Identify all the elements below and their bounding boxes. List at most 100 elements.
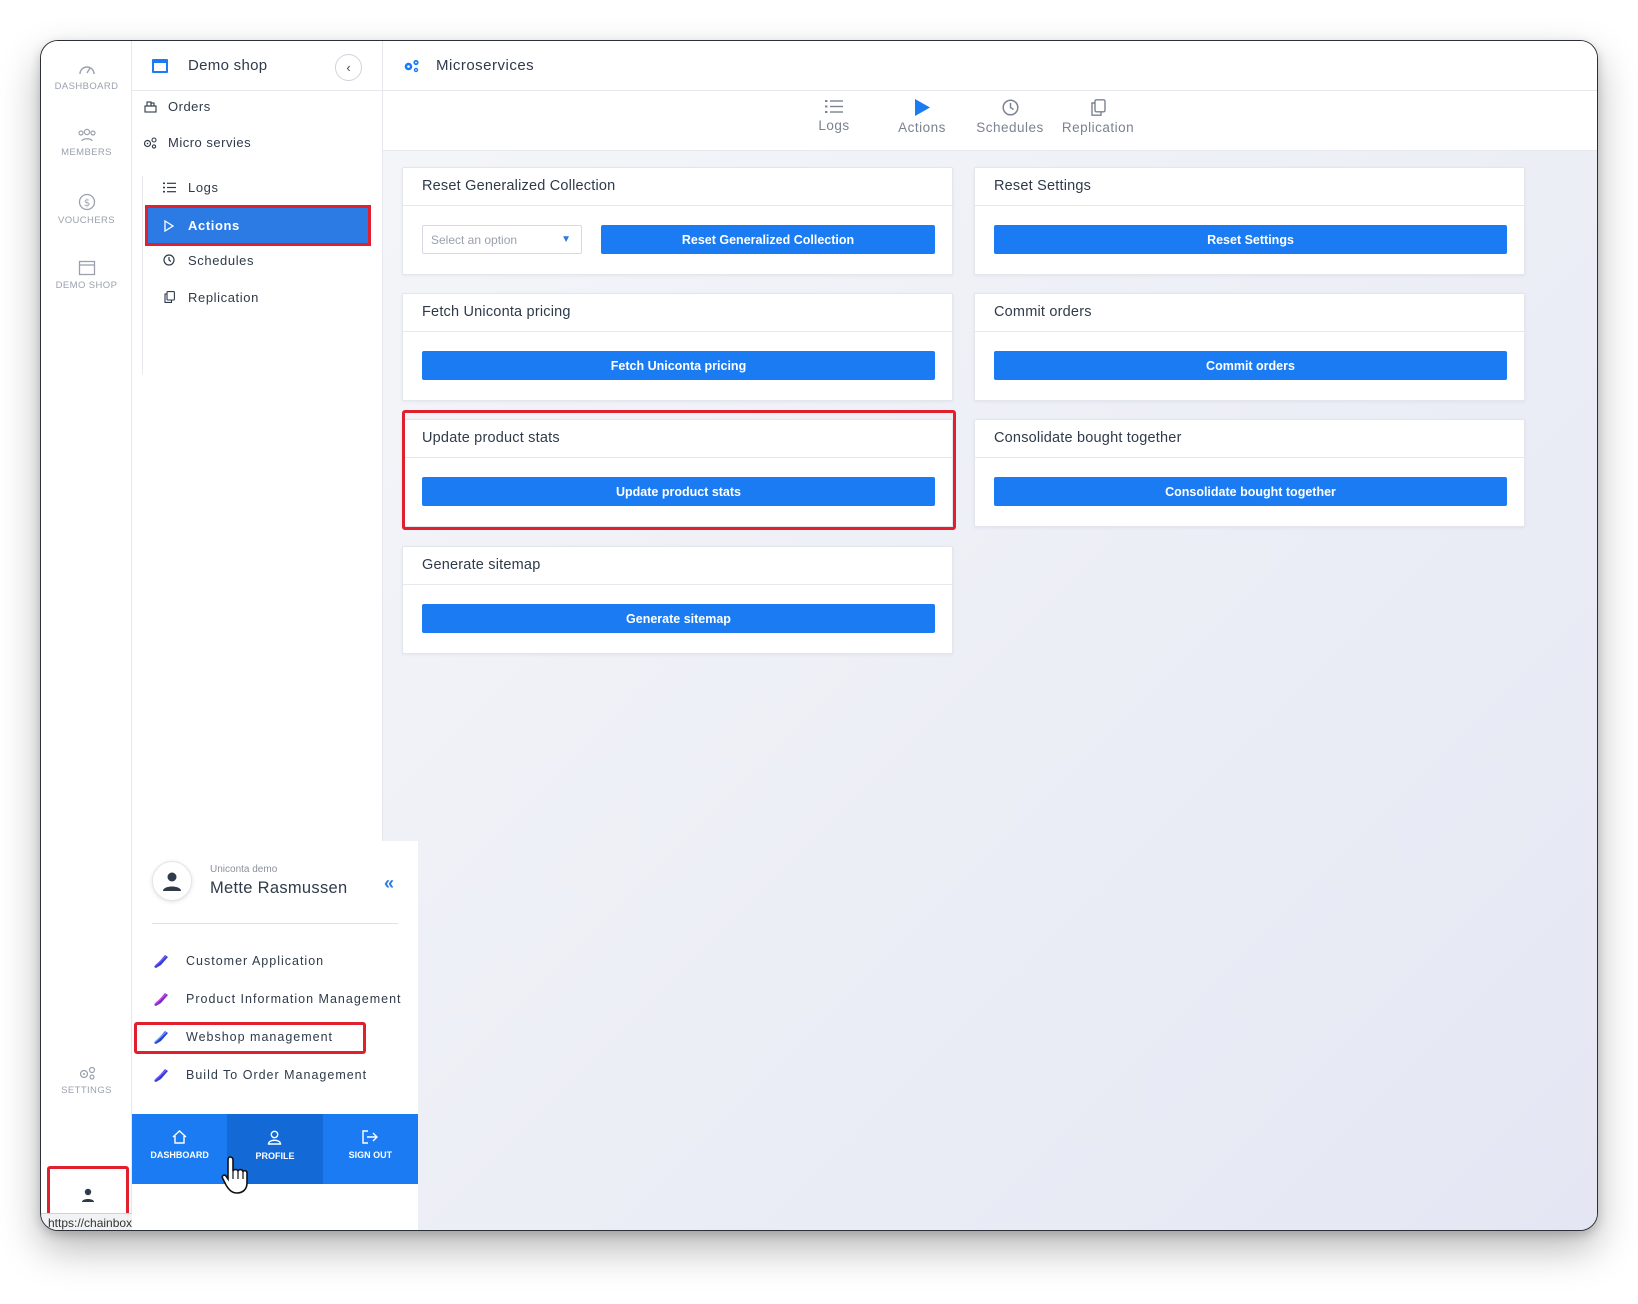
- highlight-box: [134, 1022, 366, 1054]
- footer-label: PROFILE: [255, 1151, 295, 1161]
- subnav-item-actions[interactable]: Actions: [145, 205, 371, 246]
- card-reset-generalized-collection: Reset Generalized Collection Select an o…: [402, 167, 953, 275]
- home-icon: [172, 1130, 187, 1144]
- subnav-line: [142, 176, 143, 374]
- card-body: Reset Settings: [975, 206, 1524, 274]
- reset-settings-button[interactable]: Reset Settings: [994, 225, 1507, 254]
- rail-label: SETTINGS: [61, 1085, 112, 1096]
- card-title: Reset Generalized Collection: [403, 168, 952, 206]
- user-popup-menu: Uniconta demo Mette Rasmussen « Customer…: [132, 841, 418, 1230]
- footer-dashboard-button[interactable]: DASHBOARD: [132, 1114, 227, 1184]
- subnav-item-schedules[interactable]: Schedules: [149, 241, 379, 279]
- page-title: Microservices: [436, 57, 535, 74]
- app-window: DASHBOARD MEMBERS $ VOUCHERS DEMO SHOP S…: [40, 40, 1598, 1231]
- tab-logs[interactable]: Logs: [789, 99, 879, 133]
- tab-label: Replication: [1061, 120, 1135, 135]
- fetch-uniconta-pricing-button[interactable]: Fetch Uniconta pricing: [422, 351, 935, 380]
- orders-icon: [142, 100, 158, 113]
- gauge-icon: [78, 66, 95, 75]
- tab-label: Actions: [898, 120, 946, 135]
- settings-cogs-icon: [79, 1066, 95, 1080]
- sidebar-item-label: Micro servies: [168, 135, 252, 150]
- user-name: Mette Rasmussen: [210, 879, 348, 897]
- app-brush-icon: [154, 955, 168, 968]
- double-chevron-left-icon[interactable]: «: [384, 873, 394, 894]
- subnav-label: Schedules: [188, 252, 255, 268]
- rail-item-settings[interactable]: SETTINGS: [41, 1065, 132, 1096]
- subnav-label: Replication: [188, 289, 259, 305]
- user-icon: [268, 1130, 282, 1145]
- card-generate-sitemap: Generate sitemap Generate sitemap: [402, 546, 953, 654]
- subnav-label: Actions: [188, 218, 240, 233]
- rail-label: DEMO SHOP: [55, 280, 118, 291]
- rail-item-vouchers[interactable]: $ VOUCHERS: [41, 193, 132, 226]
- reset-generalized-collection-button[interactable]: Reset Generalized Collection: [601, 225, 935, 254]
- card-title: Commit orders: [975, 294, 1524, 332]
- sidebar-header: Demo shop ‹: [132, 41, 382, 91]
- card-consolidate-bought-together: Consolidate bought together Consolidate …: [974, 419, 1525, 527]
- subnav-item-replication[interactable]: Replication: [149, 278, 379, 316]
- select-placeholder: Select an option: [431, 233, 518, 247]
- app-link-customer-application[interactable]: Customer Application: [152, 953, 324, 969]
- window-icon: [78, 260, 95, 276]
- play-icon: [915, 99, 930, 116]
- tab-actions[interactable]: Actions: [877, 99, 967, 135]
- app-link-label: Customer Application: [186, 954, 325, 968]
- cogs-icon: [404, 59, 419, 72]
- card-fetch-uniconta-pricing: Fetch Uniconta pricing Fetch Uniconta pr…: [402, 293, 953, 401]
- consolidate-bought-together-button[interactable]: Consolidate bought together: [994, 477, 1507, 506]
- sidebar-item-label: Orders: [168, 99, 211, 114]
- main-content: Microservices Logs Actions Schedules Rep…: [383, 41, 1597, 1230]
- clock-icon: [1001, 99, 1019, 116]
- collapse-sidebar-button[interactable]: ‹: [335, 54, 362, 81]
- sidebar-item-orders[interactable]: Orders: [142, 99, 211, 114]
- footer-label: DASHBOARD: [150, 1150, 209, 1160]
- card-commit-orders: Commit orders Commit orders: [974, 293, 1525, 401]
- tabs-bar: Logs Actions Schedules Replication: [383, 91, 1597, 151]
- svg-text:$: $: [83, 198, 89, 209]
- card-body: Fetch Uniconta pricing: [403, 332, 952, 400]
- card-title: Fetch Uniconta pricing: [403, 294, 952, 332]
- tab-label: Schedules: [976, 120, 1044, 135]
- card-body: Generate sitemap: [403, 585, 952, 653]
- popup-footer: DASHBOARD PROFILE SIGN OUT: [132, 1114, 418, 1184]
- sidebar-title: Demo shop: [188, 57, 268, 74]
- rail-label: VOUCHERS: [57, 215, 116, 226]
- card-body: Commit orders: [975, 332, 1524, 400]
- card-title: Generate sitemap: [403, 547, 952, 585]
- sidebar-item-micro-services[interactable]: Micro servies: [142, 135, 251, 150]
- play-icon: [162, 219, 176, 232]
- page-header: Microservices: [383, 41, 1597, 91]
- hand-cursor-icon: [221, 1156, 248, 1194]
- copy-icon: [1090, 99, 1106, 116]
- rail-item-members[interactable]: MEMBERS: [41, 127, 132, 158]
- footer-sign-out-button[interactable]: SIGN OUT: [323, 1114, 418, 1184]
- copy-icon: [162, 291, 176, 303]
- icon-rail: DASHBOARD MEMBERS $ VOUCHERS DEMO SHOP S…: [41, 41, 152, 1230]
- clock-icon: [162, 254, 176, 266]
- app-link-product-information-management[interactable]: Product Information Management: [152, 991, 402, 1007]
- app-link-label: Product Information Management: [186, 992, 402, 1006]
- card-title: Reset Settings: [975, 168, 1524, 206]
- commit-orders-button[interactable]: Commit orders: [994, 351, 1507, 380]
- user-icon: [82, 1188, 94, 1202]
- members-icon: [77, 128, 96, 142]
- app-link-build-to-order-management[interactable]: Build To Order Management: [152, 1067, 367, 1083]
- card-body: Select an option ▼ Reset Generalized Col…: [403, 206, 952, 274]
- shop-window-icon: [152, 58, 168, 73]
- collection-select[interactable]: Select an option ▼: [422, 225, 582, 254]
- chevron-left-icon: ‹: [346, 60, 351, 75]
- rail-item-dashboard[interactable]: DASHBOARD: [41, 61, 132, 92]
- tab-label: Logs: [818, 118, 850, 133]
- divider: [152, 923, 398, 924]
- subnav-item-logs[interactable]: Logs: [149, 168, 379, 206]
- popup-user-info: Uniconta demo Mette Rasmussen: [152, 861, 347, 901]
- generate-sitemap-button[interactable]: Generate sitemap: [422, 604, 935, 633]
- rail-item-demo-shop[interactable]: DEMO SHOP: [41, 260, 132, 291]
- cogs-icon: [142, 136, 158, 149]
- sign-out-icon: [362, 1130, 379, 1144]
- dollar-circle-icon: $: [78, 193, 95, 211]
- tab-schedules[interactable]: Schedules: [965, 99, 1055, 135]
- tab-replication[interactable]: Replication: [1053, 99, 1143, 135]
- app-brush-icon: [154, 993, 168, 1006]
